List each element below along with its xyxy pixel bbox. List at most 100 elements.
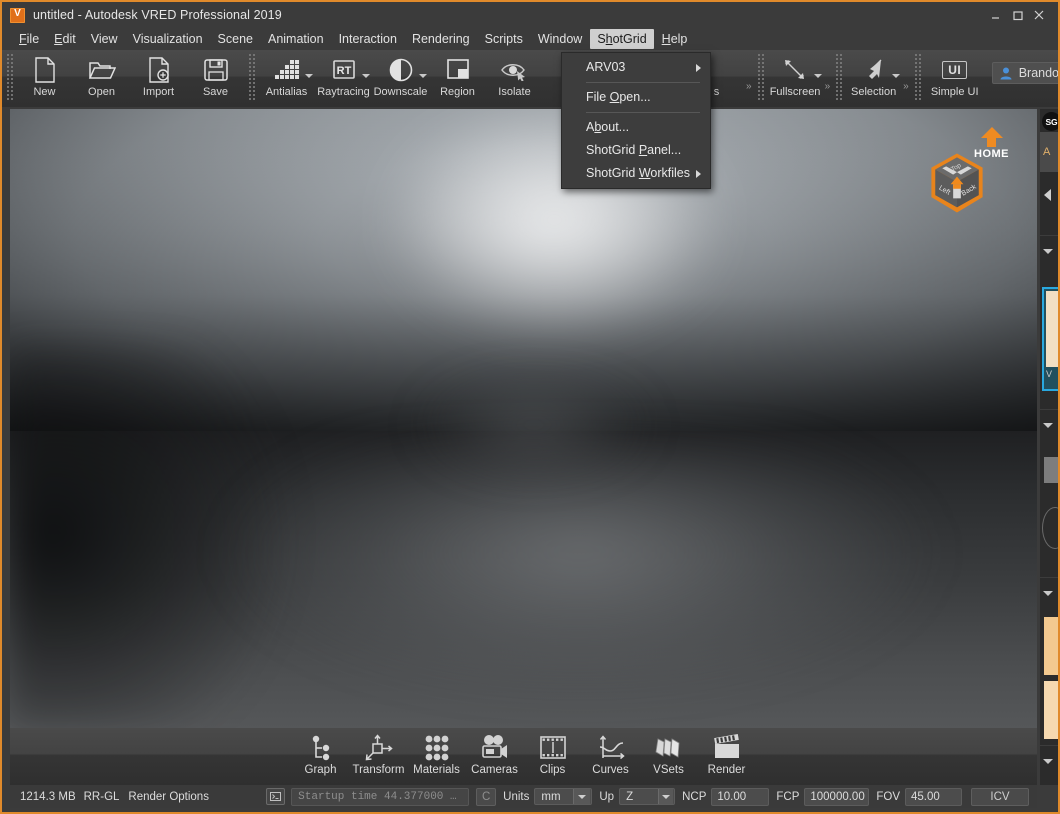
toolbar-button-selection[interactable]: Selection (845, 50, 902, 107)
console-output-field[interactable]: Startup time 44.377000 … (291, 788, 469, 806)
toolbar-button-region[interactable]: Region (429, 50, 486, 107)
toolbar-overflow-3[interactable]: » (903, 81, 909, 92)
shotgrid-side-panel[interactable]: A V (1040, 109, 1058, 785)
terminal-icon[interactable] (266, 788, 285, 805)
toolbar-overflow-1[interactable]: » (746, 81, 752, 92)
fov-input[interactable]: 45.00 (905, 788, 962, 806)
chevron-down-icon[interactable] (419, 74, 427, 78)
toolbar-grip[interactable] (5, 53, 14, 100)
icv-button[interactable]: ICV (971, 788, 1029, 806)
menu-item-view[interactable]: View (84, 29, 125, 49)
bottom-button-cameras[interactable]: Cameras (466, 728, 524, 785)
toolbar-label-raytracing: Raytracing (317, 86, 370, 98)
panel-ellipse-graphic (1042, 507, 1058, 549)
view-cube-graphic[interactable]: Top Left Back (925, 151, 989, 215)
toolbar-button-antialias[interactable]: Antialias (258, 50, 315, 107)
maximize-icon[interactable] (1006, 5, 1028, 25)
menu-item-window[interactable]: Window (531, 29, 589, 49)
view-cube[interactable]: HOME Top Left Back (919, 127, 1015, 219)
chevron-down-icon[interactable] (1043, 249, 1053, 254)
bottom-button-render[interactable]: Render (698, 728, 756, 785)
toolbar-grip-5[interactable] (913, 53, 922, 100)
viewport-light-hotspot (318, 109, 790, 381)
toolbar-button-new[interactable]: New (16, 50, 73, 107)
menu-item-rendering[interactable]: Rendering (405, 29, 477, 49)
chevron-down-icon[interactable] (1043, 423, 1053, 428)
toolbar-grip-3[interactable] (756, 53, 765, 100)
toolbar-button-isolate[interactable]: Isolate (486, 50, 543, 107)
panel-section-toggle-1[interactable] (1040, 249, 1058, 254)
panel-card-2[interactable] (1044, 457, 1058, 483)
bottom-button-graph[interactable]: Graph (292, 728, 350, 785)
menu-item-shotgrid[interactable]: ShotGrid (590, 29, 653, 49)
chevron-down-icon[interactable] (658, 789, 673, 804)
bottom-button-curves[interactable]: Curves (582, 728, 640, 785)
bottom-button-materials[interactable]: Materials (408, 728, 466, 785)
shotgrid-badge-icon[interactable]: SG (1042, 112, 1060, 131)
toolbar-label-downscale: Downscale (374, 86, 428, 98)
region-icon (445, 54, 471, 85)
toolbar-overflow-2[interactable]: » (825, 81, 831, 92)
panel-section-toggle-4[interactable] (1040, 759, 1058, 764)
shotgrid-dropdown-menu: ARV03 File Open... About... ShotGrid Pan… (561, 52, 711, 189)
svg-text:RT: RT (336, 65, 351, 77)
menu-option-shotgrid-panel[interactable]: ShotGrid Panel... (562, 139, 710, 162)
console-clear-button[interactable]: C (476, 788, 496, 806)
menu-separator-2 (586, 112, 700, 113)
toolbar-button-raytracing[interactable]: RT Raytracing (315, 50, 372, 107)
menu-option-file-open[interactable]: File Open... (562, 86, 710, 109)
toolbar-button-downscale[interactable]: Downscale (372, 50, 429, 107)
menu-option-shotgrid-workfiles[interactable]: ShotGrid Workfiles (562, 162, 710, 185)
render-options-button[interactable]: Render Options (128, 791, 209, 803)
chevron-down-icon[interactable] (814, 74, 822, 78)
user-account-menu[interactable]: Brandon Tas... (992, 62, 1058, 84)
fullscreen-arrows-icon (780, 54, 810, 85)
toolbar-button-save[interactable]: Save (187, 50, 244, 107)
chevron-down-icon[interactable] (573, 789, 590, 804)
fcp-input[interactable]: 100000.00 (804, 788, 869, 806)
toolbar-button-simple-ui[interactable]: UI Simple UI (924, 50, 986, 107)
menu-item-help[interactable]: Help (655, 29, 695, 49)
transform-axis-icon (364, 732, 394, 764)
shotgrid-panel-back-icon[interactable] (1040, 187, 1058, 203)
close-icon[interactable] (1028, 5, 1050, 25)
menu-item-scene[interactable]: Scene (211, 29, 260, 49)
units-select[interactable]: mm (534, 788, 592, 805)
3d-viewport[interactable]: HOME Top Left Back (10, 109, 1037, 728)
toolbar-button-fullscreen[interactable]: Fullscreen (767, 50, 824, 107)
toolbar-button-open[interactable]: Open (73, 50, 130, 107)
menu-item-animation[interactable]: Animation (261, 29, 331, 49)
panel-section-toggle-2[interactable] (1040, 423, 1058, 428)
chevron-down-icon[interactable] (892, 74, 900, 78)
bottom-button-clips[interactable]: Clips (524, 728, 582, 785)
bottom-button-vsets[interactable]: VSets (640, 728, 698, 785)
shotgrid-panel-header: A (1040, 132, 1058, 172)
panel-section-toggle-3[interactable] (1040, 591, 1058, 596)
menu-item-interaction[interactable]: Interaction (332, 29, 404, 49)
panel-card-selected[interactable]: V (1042, 287, 1058, 391)
panel-card-4[interactable] (1044, 681, 1058, 739)
menu-item-edit[interactable]: Edit (47, 29, 83, 49)
chevron-down-icon[interactable] (362, 74, 370, 78)
toolbar-grip-4[interactable] (834, 53, 843, 100)
vred-application-window: untitled - Autodesk VRED Professional 20… (0, 0, 1060, 814)
minimize-icon[interactable] (984, 5, 1006, 25)
chevron-down-icon[interactable] (1043, 759, 1053, 764)
menu-option-about[interactable]: About... (562, 116, 710, 139)
up-axis-select[interactable]: Z (619, 788, 675, 805)
fcp-label: FCP (776, 791, 799, 803)
menu-item-scripts[interactable]: Scripts (478, 29, 530, 49)
ncp-input[interactable]: 10.00 (711, 788, 769, 806)
menu-item-visualization[interactable]: Visualization (126, 29, 210, 49)
panel-divider-3 (1040, 577, 1058, 578)
chevron-down-icon[interactable] (305, 74, 313, 78)
chevron-down-icon[interactable] (1043, 591, 1053, 596)
menu-option-arv03[interactable]: ARV03 (562, 56, 710, 79)
panel-card-3[interactable] (1044, 617, 1058, 675)
menu-item-file[interactable]: File (12, 29, 46, 49)
toolbar-button-import[interactable]: Import (130, 50, 187, 107)
bottom-button-transform[interactable]: Transform (350, 728, 408, 785)
menu-option-shotgrid-panel-label: ShotGrid Panel... (586, 143, 681, 157)
toolbar-grip-2[interactable] (247, 53, 256, 100)
window-title: untitled - Autodesk VRED Professional 20… (33, 8, 282, 22)
